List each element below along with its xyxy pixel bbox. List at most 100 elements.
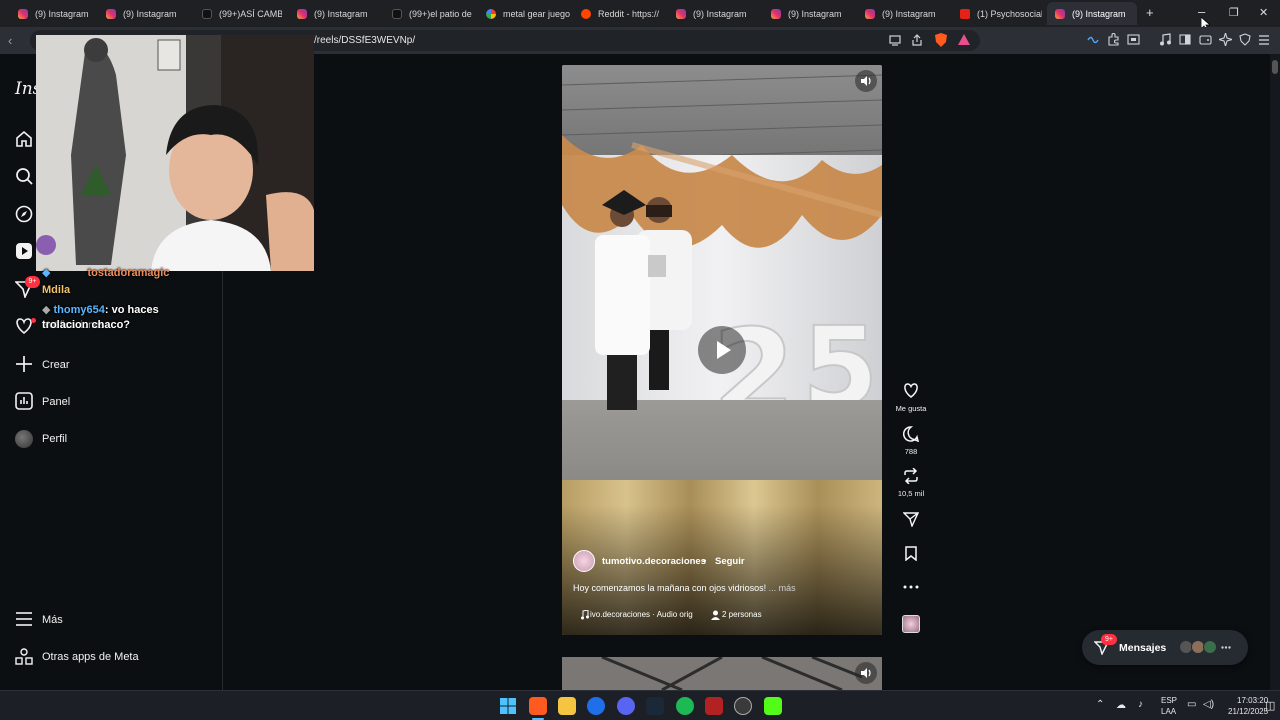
comment-icon[interactable] (903, 426, 919, 442)
mute-button[interactable] (855, 662, 877, 684)
page-scrollbar[interactable] (1270, 54, 1280, 690)
chat-message: Mdila (42, 284, 71, 296)
avatar (1203, 640, 1217, 654)
more-dots-icon (1221, 646, 1231, 649)
reels-icon[interactable] (15, 242, 33, 260)
nav-label-create[interactable]: Crear (42, 359, 70, 371)
author-username[interactable]: tumotivo.decoraciones (602, 556, 706, 567)
language-top[interactable]: ESP (1161, 696, 1177, 705)
obs-icon[interactable] (734, 697, 752, 715)
chevron-up-icon[interactable]: ⌃ (1096, 699, 1104, 710)
nav-label-other-meta-apps[interactable]: Otras apps de Meta (42, 651, 139, 663)
explore-icon[interactable] (15, 205, 33, 223)
clock-date[interactable]: 21/12/2025 (1228, 707, 1268, 716)
browser-menu-icon[interactable] (1258, 35, 1270, 45)
browser-tab[interactable]: Reddit - https:// (573, 2, 665, 25)
clock-time[interactable]: 17:03:20 (1237, 696, 1268, 705)
browser-tab[interactable]: (9) Instagram (289, 2, 381, 25)
leo-ai-icon[interactable] (1219, 33, 1232, 46)
brave-rewards-icon[interactable] (958, 34, 970, 45)
browser-tab[interactable]: (9) Instagram (10, 2, 100, 25)
reddit-icon (581, 8, 591, 19)
steam-icon[interactable] (646, 697, 664, 715)
reader-mode-icon[interactable] (889, 35, 901, 46)
nav-label-dashboard[interactable]: Panel (42, 396, 70, 408)
messages-pill[interactable]: 9+ Mensajes (1082, 630, 1248, 665)
more-options-icon[interactable] (903, 585, 919, 589)
audio-cover-thumbnail[interactable] (902, 615, 920, 633)
close-window-button[interactable]: ✕ (1259, 6, 1268, 19)
nav-label-profile[interactable]: Perfil (42, 433, 67, 445)
follow-button[interactable]: Seguir (715, 556, 745, 567)
repost-icon[interactable] (903, 468, 919, 484)
microphone-icon[interactable]: ♪ (1138, 699, 1143, 710)
nav-label-more[interactable]: Más (42, 614, 63, 626)
play-button[interactable] (698, 326, 746, 374)
menu-icon[interactable] (16, 612, 32, 626)
extensions-icon[interactable] (1107, 33, 1120, 46)
caption-text: Hoy comenzamos la mañana con ojos vidrio… (573, 583, 767, 593)
tab-label: (99+)ASÍ CAMBIO (219, 8, 282, 19)
browser-tab[interactable]: (1) Psychosocial (952, 2, 1042, 25)
notification-bell-icon[interactable]: ◫ (1265, 699, 1275, 712)
volume-icon[interactable]: ◁) (1203, 699, 1214, 710)
network-icon[interactable]: ▭ (1187, 699, 1196, 710)
language-bottom[interactable]: LAA (1161, 707, 1176, 716)
screenshot-icon[interactable] (1127, 34, 1140, 45)
browser-tab[interactable]: (9) Instagram (857, 2, 949, 25)
file-explorer-icon[interactable] (558, 697, 576, 715)
browser-tab[interactable]: (99+)ASÍ CAMBIO (194, 2, 282, 25)
browser-tab-active[interactable]: (9) Instagram✕ (1047, 2, 1137, 25)
caption-more-link[interactable]: ... más (769, 583, 796, 593)
plus-icon[interactable] (15, 355, 33, 373)
like-heart-icon[interactable] (903, 383, 919, 398)
browser-tab[interactable]: (99+)el patio de (384, 2, 472, 25)
share-send-icon[interactable] (903, 512, 919, 527)
discord-icon[interactable] (617, 697, 635, 715)
share-icon[interactable] (911, 34, 923, 46)
instagram-icon (297, 8, 307, 19)
scrollbar-thumb[interactable] (1272, 60, 1278, 74)
mute-button[interactable] (855, 70, 877, 92)
tab-label: (9) Instagram (314, 8, 368, 19)
browser-tab[interactable]: (9) Instagram (668, 2, 760, 25)
restore-button[interactable]: ❐ (1229, 6, 1239, 19)
tagged-people-label[interactable]: 2 personas (722, 610, 762, 619)
profile-avatar[interactable] (15, 430, 33, 448)
browser-tab[interactable]: (9) Instagram (98, 2, 190, 25)
author-avatar[interactable] (573, 550, 595, 572)
browser-tab[interactable]: metal gear juego (478, 2, 570, 25)
notification-dot (31, 318, 36, 323)
author-separator: • (703, 556, 707, 567)
brave-browser-icon[interactable] (529, 697, 547, 715)
browser-tab[interactable]: (9) Instagram (763, 2, 855, 25)
cloud-icon[interactable]: ☁ (1116, 700, 1126, 711)
windows-start-icon[interactable] (500, 698, 516, 714)
bing-icon[interactable] (587, 697, 605, 715)
audio-label[interactable]: ivo.decoraciones · Audio orig (590, 610, 693, 619)
sidebar-toggle-icon[interactable] (1179, 34, 1191, 45)
translate-icon[interactable] (1087, 34, 1099, 46)
home-icon[interactable] (15, 130, 33, 148)
chat-line: ◆ thomy654: vo haces (42, 304, 159, 316)
music-icon[interactable] (1159, 33, 1171, 46)
spotify-icon[interactable] (676, 697, 694, 715)
meta-apps-icon[interactable] (15, 648, 33, 666)
back-arrow-icon[interactable]: ‹ (8, 33, 12, 48)
wallet-icon[interactable] (1199, 34, 1212, 45)
chat-username-text: tostadoramagic (87, 267, 170, 279)
youtube-icon (960, 8, 970, 19)
reel-video[interactable]: 2 5 tumotivo.decoraciones • Seguir Hoy c… (562, 65, 882, 635)
tab-label: (99+)el patio de (409, 8, 472, 19)
new-tab-button[interactable]: + (1146, 5, 1154, 20)
dashboard-icon[interactable] (15, 392, 33, 410)
next-reel-preview[interactable] (562, 657, 882, 690)
vpn-shield-icon[interactable] (1239, 33, 1251, 46)
webcam-frame (36, 35, 314, 271)
kick-icon[interactable] (764, 697, 782, 715)
save-bookmark-icon[interactable] (905, 546, 917, 561)
brave-shield-icon[interactable] (935, 33, 947, 47)
app-icon[interactable] (705, 697, 723, 715)
search-icon[interactable] (15, 167, 33, 185)
chat-message: trolacion chaco? (42, 319, 131, 331)
